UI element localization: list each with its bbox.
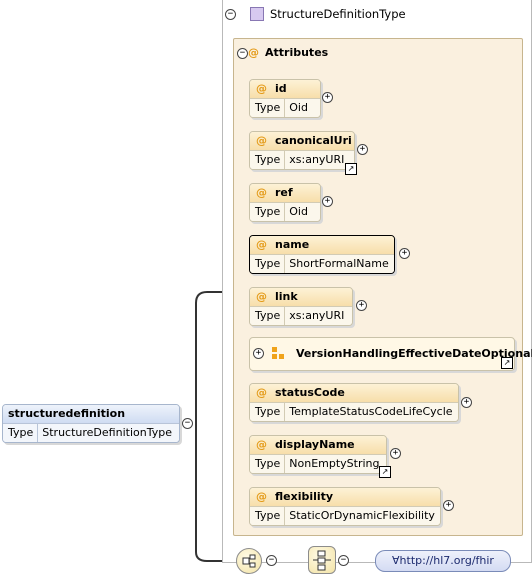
type-label: Type <box>250 203 286 221</box>
type-label: Type <box>3 424 39 442</box>
attribute-name: flexibility <box>275 490 334 503</box>
choice-icon[interactable] <box>308 546 336 574</box>
attribute-icon: @ <box>256 386 267 399</box>
attribute-icon: @ <box>256 238 267 251</box>
attribute-canonicaluri[interactable]: @ canonicalUri Type xs:anyURI <box>249 131 355 170</box>
complex-type-header: StructureDefinitionType <box>226 2 406 26</box>
attribute-id[interactable]: @ id Type Oid <box>249 79 321 118</box>
attribute-name: statusCode <box>275 386 345 399</box>
type-value: Oid <box>289 101 308 114</box>
collapse-choice-button[interactable]: − <box>338 555 349 566</box>
attribute-name-box[interactable]: @ name Type ShortFormalName <box>249 235 395 274</box>
any-element-namespace[interactable]: ∀http://hl7.org/fhir <box>375 550 511 572</box>
expand-statuscode-button[interactable]: + <box>461 397 472 408</box>
type-value: StaticOrDynamicFlexibility <box>289 509 435 522</box>
type-label: Type <box>250 151 286 169</box>
type-value: ShortFormalName <box>289 257 389 270</box>
expand-link-button[interactable]: + <box>356 300 367 311</box>
collapse-sequence-button[interactable]: − <box>266 555 277 566</box>
attribute-ref[interactable]: @ ref Type Oid <box>249 183 321 222</box>
type-value: StructureDefinitionType <box>42 426 172 439</box>
expand-attribute-group-button[interactable]: + <box>253 348 264 359</box>
type-label: Type <box>250 99 286 117</box>
attribute-group-icon <box>272 347 286 361</box>
attribute-name: ref <box>275 186 293 199</box>
expand-canonicaluri-button[interactable]: + <box>357 144 368 155</box>
expand-ref-button[interactable]: + <box>322 196 333 207</box>
collapse-root-button[interactable]: − <box>182 418 193 429</box>
attribute-name: displayName <box>275 438 355 451</box>
attribute-name: canonicalUri <box>275 134 352 147</box>
type-label: Type <box>250 403 286 421</box>
attribute-name: id <box>275 82 287 95</box>
type-value: NonEmptyString <box>289 457 380 470</box>
type-value: xs:anyURI <box>289 309 345 322</box>
element-name: structuredefinition <box>3 405 179 423</box>
type-value: Oid <box>289 205 308 218</box>
type-label: Type <box>250 507 286 525</box>
attribute-icon: @ <box>256 82 267 95</box>
attribute-icon: @ <box>256 290 267 303</box>
attribute-name: name <box>275 238 310 251</box>
external-link-icon[interactable]: ↗ <box>345 163 357 175</box>
expand-name-button[interactable]: + <box>399 248 410 259</box>
attributes-label: Attributes <box>265 46 329 59</box>
external-link-icon[interactable]: ↗ <box>501 357 513 369</box>
attributes-header: @ Attributes <box>240 46 328 59</box>
type-label: Type <box>250 307 286 325</box>
attribute-icon: @ <box>256 134 267 147</box>
complex-type-name: StructureDefinitionType <box>270 7 406 21</box>
attribute-group-name: VersionHandlingEffectiveDateOptional <box>296 347 532 360</box>
attribute-name: link <box>275 290 298 303</box>
type-value: TemplateStatusCodeLifeCycle <box>289 405 453 418</box>
attribute-icon: @ <box>256 186 267 199</box>
type-label: Type <box>250 255 286 273</box>
expand-flexibility-button[interactable]: + <box>443 500 454 511</box>
attribute-icon: @ <box>248 46 259 59</box>
attribute-icon: @ <box>256 438 267 451</box>
attribute-link[interactable]: @ link Type xs:anyURI <box>249 287 353 326</box>
complex-type-icon <box>250 7 264 21</box>
attribute-group-reference[interactable]: + VersionHandlingEffectiveDateOptional ↗ <box>249 337 532 371</box>
attribute-statuscode[interactable]: @ statusCode Type TemplateStatusCodeLifeCy… <box>249 383 459 422</box>
type-value: xs:anyURI <box>289 153 345 166</box>
external-link-icon[interactable]: ↗ <box>379 466 391 478</box>
attribute-flexibility[interactable]: @ flexibility Type StaticOrDynamicFlexibil… <box>249 487 441 526</box>
attribute-displayname[interactable]: @ displayName Type NonEmptyString <box>249 435 387 474</box>
root-element-structuredefinition[interactable]: structuredefinition Type StructureDefinit… <box>2 404 180 443</box>
type-label: Type <box>250 455 286 473</box>
expand-displayname-button[interactable]: + <box>390 448 401 459</box>
expand-id-button[interactable]: + <box>322 92 333 103</box>
sequence-icon[interactable] <box>236 548 262 574</box>
attribute-icon: @ <box>256 490 267 503</box>
